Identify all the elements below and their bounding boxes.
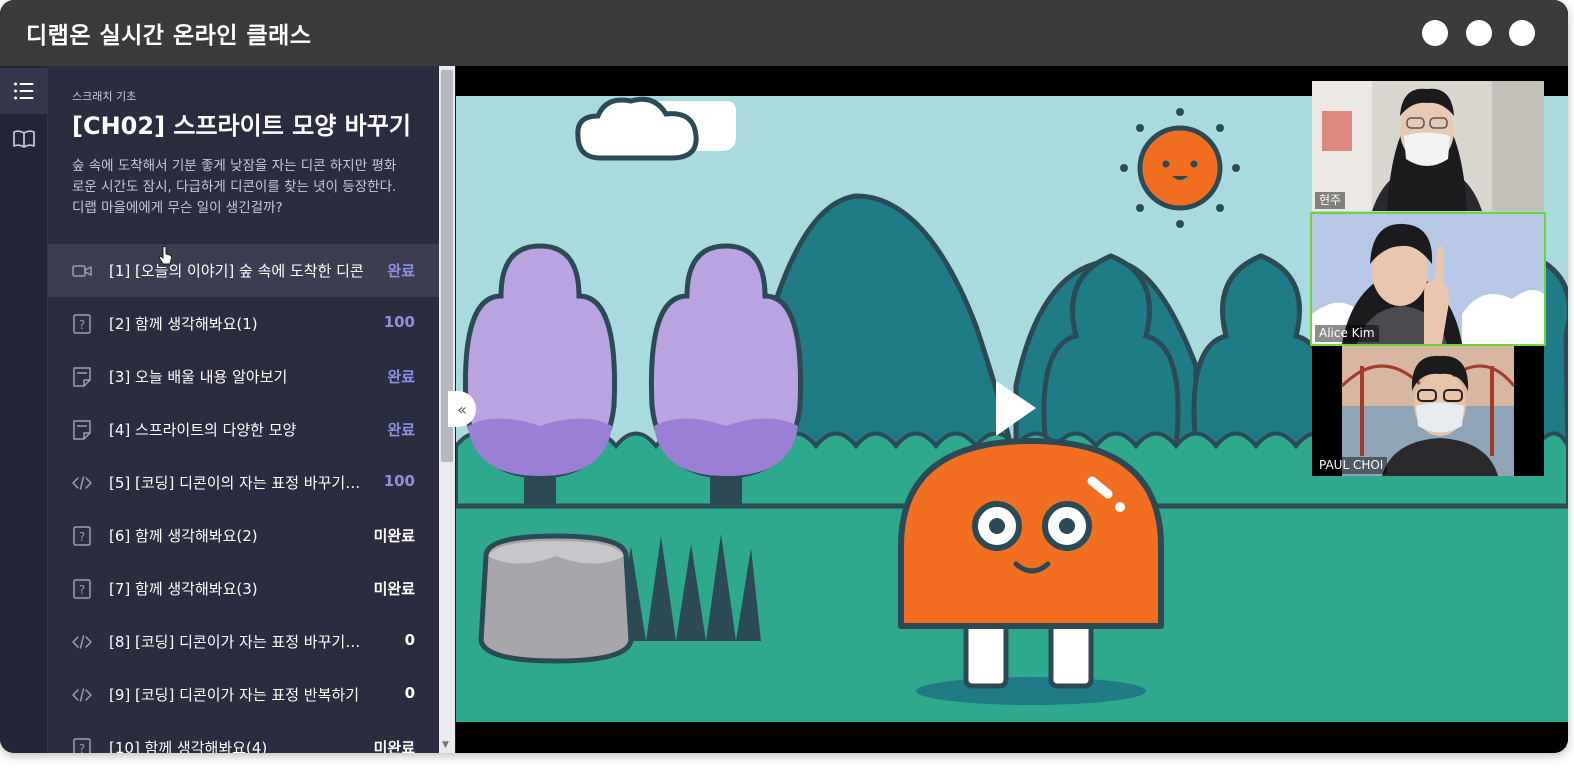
lesson-status: 0 — [404, 684, 415, 702]
video-camera-icon — [72, 265, 92, 277]
code-icon — [72, 688, 92, 702]
question-box-icon: ? — [73, 314, 91, 334]
participant-tile-3[interactable]: PAUL CHOI — [1312, 346, 1544, 476]
lesson-status: 100 — [383, 313, 415, 331]
tree-stump — [478, 533, 634, 664]
svg-text:?: ? — [79, 318, 85, 332]
side-rail — [0, 66, 48, 753]
lesson-status: 0 — [404, 631, 415, 649]
lesson-status: 미완료 — [373, 739, 415, 753]
title-bar: 디랩온 실시간 온라인 클래스 — [0, 0, 1568, 66]
participant-video-1 — [1312, 81, 1544, 211]
lesson-label: [8] [코딩] 디콘이가 자는 표정 바꾸기(2) — [109, 633, 365, 651]
lesson-status: 100 — [383, 472, 415, 490]
double-chevron-left-icon: « — [457, 399, 467, 419]
book-tab[interactable] — [0, 116, 47, 162]
lesson-item-8[interactable]: [8] [코딩] 디콘이가 자는 표정 바꾸기(2) 0 — [48, 615, 439, 668]
question-box-icon: ? — [73, 526, 91, 546]
participant-name: Alice Kim — [1315, 325, 1379, 342]
lesson-status: 완료 — [387, 421, 415, 439]
lesson-label: [3] 오늘 배울 내용 알아보기 — [109, 368, 288, 386]
svg-text:?: ? — [79, 742, 85, 753]
lesson-item-6[interactable]: ? [6] 함께 생각해봐요(2) 미완료 — [48, 509, 439, 562]
lesson-label: [5] [코딩] 디콘이의 자는 표정 바꾸기(1) — [109, 474, 365, 492]
question-box-icon: ? — [73, 738, 91, 753]
window-maximize-button[interactable] — [1466, 20, 1492, 46]
app-title: 디랩온 실시간 온라인 클래스 — [26, 23, 312, 49]
window-close-button[interactable] — [1509, 20, 1535, 46]
lesson-item-10[interactable]: ? [10] 함께 생각해봐요(4) 미완료 — [48, 721, 439, 753]
note-icon — [73, 420, 91, 440]
lesson-item-5[interactable]: [5] [코딩] 디콘이의 자는 표정 바꾸기(1) 100 — [48, 456, 439, 509]
scroll-down-icon[interactable]: ▼ — [442, 740, 449, 750]
lesson-item-9[interactable]: [9] [코딩] 디콘이가 자는 표정 반복하기 0 — [48, 668, 439, 721]
lesson-label: [1] [오늘의 이야기] 숲 속에 도착한 디콘 — [109, 262, 364, 280]
lesson-list-tab[interactable] — [0, 68, 47, 114]
participant-tile-1[interactable]: 현주 — [1312, 81, 1544, 211]
participant-name: 현주 — [1315, 192, 1346, 209]
lesson-list: [1] [오늘의 이야기] 숲 속에 도착한 디콘 완료 ? [2] 함께 생각… — [48, 244, 439, 753]
lesson-item-7[interactable]: ? [7] 함께 생각해봐요(3) 미완료 — [48, 562, 439, 615]
course-category: 스크래치 기초 — [72, 90, 137, 103]
lesson-item-4[interactable]: [4] 스프라이트의 다양한 모양 완료 — [48, 403, 439, 456]
mouse-cursor-icon — [158, 246, 173, 265]
lesson-status: 완료 — [387, 368, 415, 386]
window-minimize-button[interactable] — [1422, 20, 1448, 46]
lesson-label: [10] 함께 생각해봐요(4) — [109, 739, 268, 753]
course-title: [CH02] 스프라이트 모양 바꾸기 — [72, 112, 411, 140]
participant-tile-2[interactable]: Alice Kim — [1310, 212, 1546, 346]
book-icon — [12, 130, 35, 148]
lesson-label: [4] 스프라이트의 다양한 모양 — [109, 421, 297, 439]
lesson-status: 미완료 — [373, 580, 415, 598]
lesson-item-2[interactable]: ? [2] 함께 생각해봐요(1) 100 — [48, 297, 439, 350]
lesson-label: [7] 함께 생각해봐요(3) — [109, 580, 258, 598]
svg-text:?: ? — [79, 530, 85, 544]
lesson-status: 미완료 — [373, 527, 415, 545]
app-window: 디랩온 실시간 온라인 클래스 스크래치 기초 [CH02] 스프라이트 모양 … — [0, 0, 1568, 753]
participant-video-grid: 현주 Alice Kim PAUL CHOI — [1310, 81, 1546, 477]
code-icon — [72, 635, 92, 649]
participant-name: PAUL CHOI — [1315, 457, 1388, 474]
code-icon — [72, 476, 92, 490]
sun-icon — [1120, 108, 1240, 228]
lesson-label: [9] [코딩] 디콘이가 자는 표정 반복하기 — [109, 686, 359, 704]
course-description: 숲 속에 도착해서 기분 좋게 낮잠을 자는 디콘 하지만 평화로운 시간도 잠… — [72, 158, 397, 216]
question-box-icon: ? — [73, 579, 91, 599]
lesson-label: [2] 함께 생각해봐요(1) — [109, 315, 258, 333]
svg-text:?: ? — [79, 583, 85, 597]
note-icon — [73, 367, 91, 387]
lesson-item-3[interactable]: [3] 오늘 배울 내용 알아보기 완료 — [48, 350, 439, 403]
lesson-status: 완료 — [387, 262, 415, 280]
lesson-panel: 스크래치 기초 [CH02] 스프라이트 모양 바꾸기 숲 속에 도착해서 기분… — [48, 66, 439, 753]
lesson-label: [6] 함께 생각해봐요(2) — [109, 527, 258, 545]
list-icon — [13, 82, 33, 100]
lesson-item-1[interactable]: [1] [오늘의 이야기] 숲 속에 도착한 디콘 완료 — [48, 244, 439, 297]
